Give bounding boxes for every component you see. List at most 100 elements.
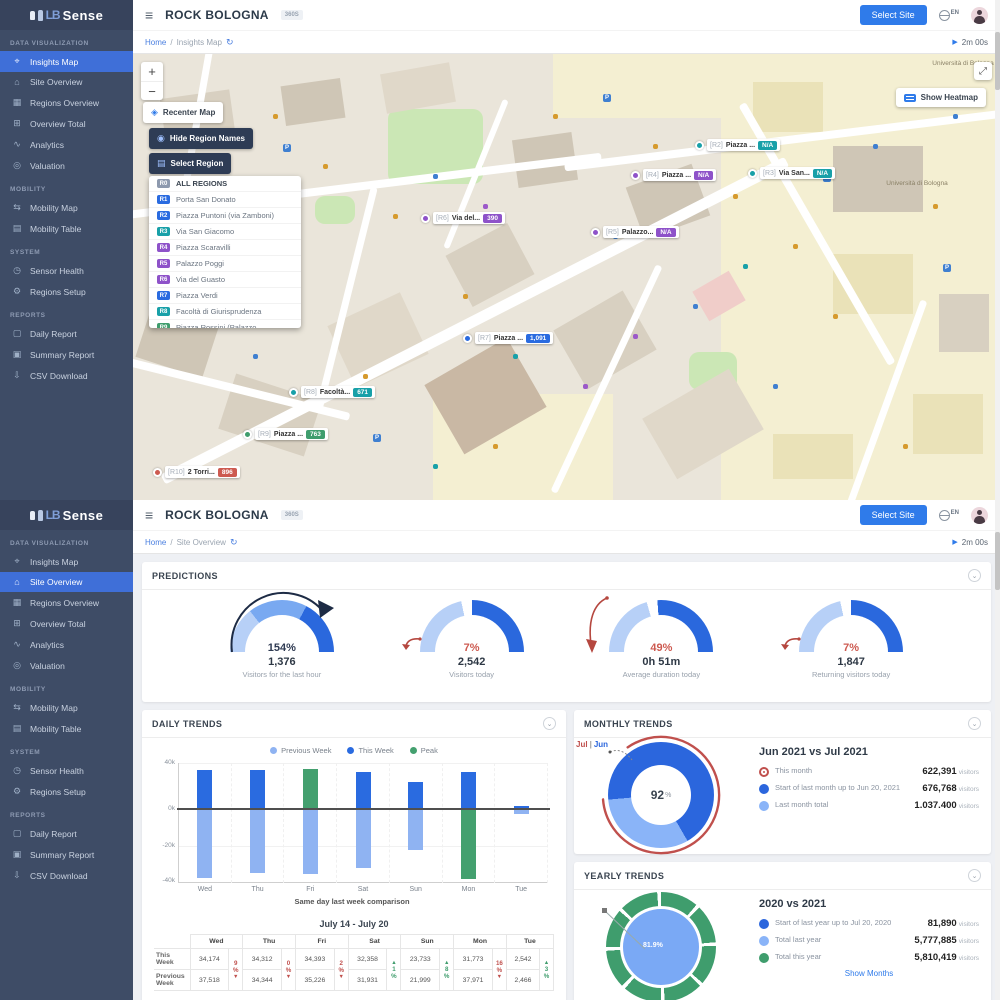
scrollbar[interactable] [995, 500, 1000, 1000]
region-map-label[interactable]: [R8]Facoltà...671 [289, 386, 375, 398]
region-map-label[interactable]: [R6]Via del...390 [421, 212, 505, 224]
map-canvas[interactable]: P P P P P Università di Bologna Universi… [133, 54, 1000, 500]
sidebar-item-mobility-map[interactable]: ⇆Mobility Map [0, 697, 133, 718]
sidebar-item-daily-report[interactable]: ▢Daily Report [0, 823, 133, 844]
hamburger-menu-icon[interactable]: ≡ [145, 507, 153, 523]
fullscreen-icon[interactable]: ⤢ [974, 62, 992, 80]
breadcrumb-home-link[interactable]: Home [145, 538, 166, 547]
sidebar-item-summary-report[interactable]: ▣Summary Report [0, 344, 133, 365]
site-name: ROCK BOLOGNA [165, 8, 269, 22]
legend-value: 622,391 [922, 766, 956, 777]
sidebar-item-regions-overview[interactable]: ▦Regions Overview [0, 92, 133, 113]
sidebar-item-csv-download[interactable]: ⇩CSV Download [0, 865, 133, 886]
poi-icon [693, 304, 698, 309]
region-name: Facoltà di Giurisprudenza [176, 307, 261, 316]
legend-item-this-week[interactable]: This Week [347, 746, 393, 755]
scrollbar-thumb[interactable] [995, 32, 1000, 90]
region-option[interactable]: R5Palazzo Poggi [149, 256, 301, 272]
sidebar-item-regions-setup[interactable]: ⚙Regions Setup [0, 781, 133, 802]
play-icon[interactable]: ▶ [952, 38, 957, 46]
region-map-label[interactable]: [R5]Palazzo...N/A [591, 226, 679, 238]
region-option[interactable]: R3Via San Giacomo [149, 224, 301, 240]
region-option[interactable]: R8Facoltà di Giurisprudenza [149, 304, 301, 320]
sidebar-item-analytics[interactable]: ∿Analytics [0, 634, 133, 655]
sidebar-item-analytics[interactable]: ∿Analytics [0, 134, 133, 155]
avatar[interactable] [971, 507, 988, 524]
sidebar-item-label: Valuation [30, 161, 65, 171]
sidebar-item-mobility-table[interactable]: ▤Mobility Table [0, 718, 133, 739]
select-site-button[interactable]: Select Site [860, 5, 927, 25]
region-option[interactable]: R1Porta San Donato [149, 192, 301, 208]
avatar[interactable] [971, 7, 988, 24]
map-area [553, 54, 723, 118]
region-dot-icon [591, 228, 600, 237]
sidebar-item-insights-map[interactable]: ⌖Insights Map [0, 551, 133, 572]
sidebar-item-daily-report[interactable]: ▢Daily Report [0, 323, 133, 344]
refresh-icon[interactable]: ↻ [230, 537, 238, 548]
region-map-label[interactable]: [R3]Via San...N/A [748, 167, 835, 179]
sidebar-item-valuation[interactable]: ◎Valuation [0, 655, 133, 676]
trend-arrow-icon [585, 594, 611, 654]
region-map-label[interactable]: [R2]Piazza ...N/A [695, 139, 780, 151]
select-site-button[interactable]: Select Site [860, 505, 927, 525]
zoom-out-button[interactable]: − [141, 81, 163, 100]
sidebar-item-mobility-map[interactable]: ⇆Mobility Map [0, 197, 133, 218]
sidebar-item-valuation[interactable]: ◎Valuation [0, 155, 133, 176]
region-option[interactable]: R7Piazza Verdi [149, 288, 301, 304]
zoom-in-button[interactable]: + [141, 62, 163, 81]
region-map-label[interactable]: [R10]2 Torri...896 [153, 466, 240, 478]
change-cell: 8 % [440, 949, 454, 991]
sidebar-item-site-overview[interactable]: ⌂Site Overview [0, 72, 133, 92]
region-map-label[interactable]: [R7]Piazza ...1,091 [463, 332, 553, 344]
show-heatmap-button[interactable]: Show Heatmap [896, 88, 986, 107]
region-option[interactable]: R4Piazza Scaravilli [149, 240, 301, 256]
legend-item-previous-week[interactable]: Previous Week [270, 746, 331, 755]
region-map-label[interactable]: [R9]Piazza ...763 [243, 428, 328, 440]
collapse-icon[interactable]: ⌄ [968, 569, 981, 582]
parking-icon: P [943, 264, 951, 272]
collapse-icon[interactable]: ⌄ [543, 717, 556, 730]
collapse-icon[interactable]: ⌄ [968, 869, 981, 882]
zero-line [177, 808, 550, 810]
collapse-icon[interactable]: ⌄ [968, 717, 981, 730]
region-map-label[interactable]: [R4]Piazza ...N/A [631, 169, 716, 181]
scrollbar[interactable] [995, 0, 1000, 500]
region-option-all[interactable]: R0ALL REGIONS [149, 176, 301, 192]
sidebar-item-mobility-table[interactable]: ▤Mobility Table [0, 218, 133, 239]
legend-unit: visitors [959, 786, 979, 793]
table-row: This Week 34,174 9 % 34,312 0 % 34,393 2… [154, 949, 554, 970]
language-switcher[interactable]: EN [939, 10, 959, 21]
region-option[interactable]: R2Piazza Puntoni (via Zamboni) [149, 208, 301, 224]
hide-region-names-button[interactable]: ◉Hide Region Names [149, 128, 253, 149]
donut-percent: 92 [651, 788, 664, 802]
refresh-icon[interactable]: ↻ [226, 37, 234, 48]
play-icon[interactable]: ▶ [952, 538, 957, 546]
sidebar-item-sensor-health[interactable]: ◷Sensor Health [0, 760, 133, 781]
sidebar-item-site-overview[interactable]: ⌂Site Overview [0, 572, 133, 592]
predictions-body: 154% 1,376 Visitors for the last hour 7%… [142, 590, 991, 679]
breadcrumb-home-link[interactable]: Home [145, 38, 166, 47]
sidebar-item-csv-download[interactable]: ⇩CSV Download [0, 365, 133, 386]
trend-arrow-icon [495, 974, 504, 980]
sidebar-item-overview-total[interactable]: ⊞Overview Total [0, 613, 133, 634]
sidebar-item-regions-setup[interactable]: ⚙Regions Setup [0, 281, 133, 302]
table-cell: 35,226 [295, 970, 334, 991]
legend-dot-icon [347, 747, 354, 754]
show-months-link[interactable]: Show Months [759, 969, 979, 978]
region-code: [R6] [436, 215, 449, 222]
table-cell: 34,344 [243, 970, 282, 991]
sidebar-item-summary-report[interactable]: ▣Summary Report [0, 844, 133, 865]
select-region-button[interactable]: ▤Select Region [149, 153, 231, 174]
hamburger-menu-icon[interactable]: ≡ [145, 7, 153, 23]
language-switcher[interactable]: EN [939, 510, 959, 521]
sidebar-item-insights-map[interactable]: ⌖Insights Map [0, 51, 133, 72]
region-option[interactable]: R6Via del Guasto [149, 272, 301, 288]
parking-icon: P [373, 434, 381, 442]
recenter-map-button[interactable]: ◈Recenter Map [143, 102, 223, 123]
sidebar-item-overview-total[interactable]: ⊞Overview Total [0, 113, 133, 134]
scrollbar-thumb[interactable] [995, 532, 1000, 590]
sidebar-item-regions-overview[interactable]: ▦Regions Overview [0, 592, 133, 613]
region-option[interactable]: R9Piazza Rossini (Palazzo [149, 320, 301, 328]
legend-item-peak[interactable]: Peak [410, 746, 438, 755]
sidebar-item-sensor-health[interactable]: ◷Sensor Health [0, 260, 133, 281]
